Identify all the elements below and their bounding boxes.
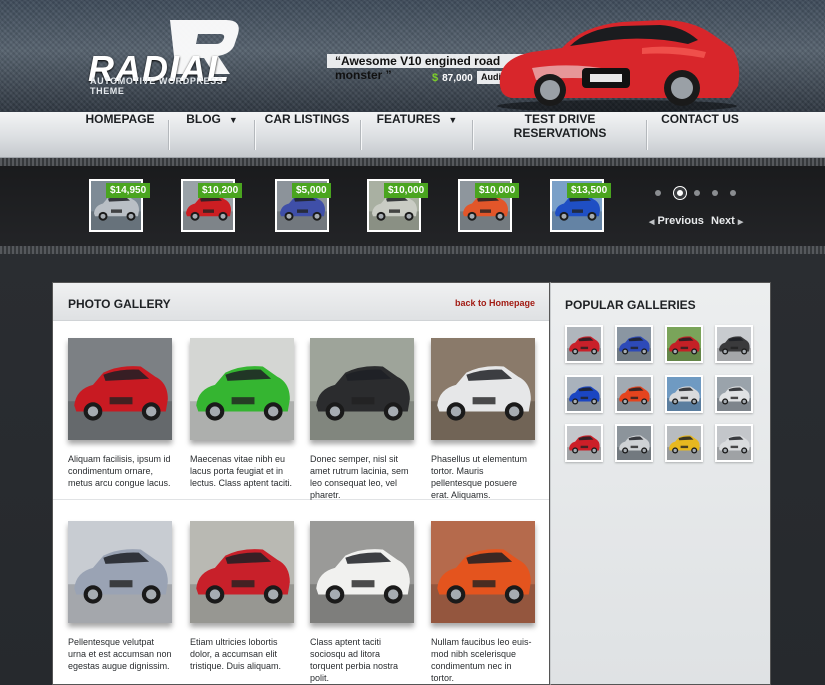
promo-price-value: 87,000 [442, 73, 473, 84]
gallery-photo[interactable] [68, 521, 172, 623]
nav-divider [254, 120, 256, 150]
caret-down-icon: ▼ [448, 115, 458, 125]
gallery-caption: Etiam ultricies lobortis dolor, a accums… [190, 637, 282, 671]
next-button[interactable]: Next ▶ [711, 215, 743, 227]
site-header: RADIAL AUTOMOTIVE WORDPRESS THEME “Aweso… [0, 0, 825, 112]
strip-border [0, 158, 825, 166]
promo-price: $87,000 [432, 72, 473, 84]
nav-divider [646, 120, 648, 150]
caret-down-icon: ▼ [228, 115, 238, 125]
popular-gallery-thumb[interactable] [715, 375, 753, 413]
nav-features[interactable]: FEATURES ▼ [366, 112, 468, 158]
thumb-price-badge: $10,000 [384, 183, 429, 198]
nav-label: HOMEPAGE [85, 112, 155, 126]
strip-border [0, 246, 825, 254]
nav-label: CONTACT US [661, 112, 739, 126]
nav-car-listings[interactable]: CAR LISTINGS [260, 112, 354, 158]
nav-divider [168, 120, 170, 150]
sidebar-title: POPULAR GALLERIES [565, 298, 696, 312]
popular-gallery-thumb[interactable] [665, 375, 703, 413]
gallery-item: Maecenas vitae nibh eu lacus porta feugi… [190, 338, 294, 489]
gallery-item: Donec semper, nisl sit amet rutrum lacin… [310, 338, 414, 501]
next-label: Next [711, 215, 735, 227]
nav-label: BLOG [186, 112, 221, 126]
popular-gallery-thumb[interactable] [615, 375, 653, 413]
popular-gallery-thumb[interactable] [565, 424, 603, 462]
gallery-item: Nullam faucibus leo euis-mod nibh sceler… [431, 521, 535, 684]
gallery-photo[interactable] [190, 521, 294, 623]
gallery-photo[interactable] [190, 338, 294, 440]
gallery-item: Aliquam facilisis, ipsum id condimentum … [68, 338, 172, 489]
thumb-price-badge: $5,000 [292, 183, 331, 198]
popular-galleries-sidebar: POPULAR GALLERIES [550, 282, 771, 685]
slider-dot[interactable] [730, 190, 736, 196]
nav-divider [472, 120, 474, 150]
previous-label: Previous [657, 215, 704, 227]
nav-label: FEATURES [376, 112, 441, 126]
logo-tagline: AUTOMOTIVE WORDPRESS THEME [90, 76, 224, 96]
thumb-price-badge: $10,000 [475, 183, 520, 198]
gallery-caption: Nullam faucibus leo euis-mod nibh sceler… [431, 637, 532, 683]
main-nav: HOMEPAGE BLOG ▼ CAR LISTINGS FEATURES ▼ TE… [0, 112, 825, 158]
gallery-caption: Pellentesque velutpat urna et est accums… [68, 637, 172, 671]
nav-label: CAR LISTINGS [264, 112, 350, 126]
gallery-item: Pellentesque velutpat urna et est accums… [68, 521, 172, 672]
thumb-price-badge: $13,500 [567, 183, 612, 198]
slider-dot[interactable] [674, 187, 686, 199]
arrow-right-icon: ▶ [737, 219, 744, 226]
popular-gallery-thumb[interactable] [665, 424, 703, 462]
gallery-caption: Maecenas vitae nibh eu lacus porta feugi… [190, 454, 293, 488]
slider-dot[interactable] [655, 190, 661, 196]
site-logo[interactable]: RADIAL AUTOMOTIVE WORDPRESS THEME [88, 20, 258, 96]
gallery-photo[interactable] [431, 338, 535, 440]
panel-header: PHOTO GALLERY back to Homepage [53, 283, 549, 321]
nav-label: TEST DRIVE RESERVATIONS [513, 112, 607, 140]
gallery-caption: Class aptent taciti sociosqu ad litora t… [310, 637, 399, 683]
gallery-item: Class aptent taciti sociosqu ad litora t… [310, 521, 414, 684]
slider-dot[interactable] [712, 190, 718, 196]
gallery-caption: Aliquam facilisis, ipsum id condimentum … [68, 454, 171, 488]
gallery-photo[interactable] [431, 521, 535, 623]
popular-gallery-thumb[interactable] [615, 424, 653, 462]
back-to-homepage-link[interactable]: back to Homepage [455, 298, 535, 308]
dollar-icon: $ [432, 72, 439, 84]
nav-divider [360, 120, 362, 150]
nav-blog[interactable]: BLOG ▼ [174, 112, 250, 158]
gallery-photo[interactable] [310, 338, 414, 440]
thumb-price-badge: $14,950 [106, 183, 151, 198]
nav-test-drive-reservations[interactable]: TEST DRIVE RESERVATIONS [478, 112, 642, 158]
gallery-caption: Phasellus ut elementum tortor. Mauris pe… [431, 454, 528, 500]
thumb-price-badge: $10,200 [198, 183, 243, 198]
gallery-photo[interactable] [310, 521, 414, 623]
popular-gallery-thumb[interactable] [715, 424, 753, 462]
popular-gallery-thumb[interactable] [565, 325, 603, 363]
slider-dot[interactable] [694, 190, 700, 196]
nav-homepage[interactable]: HOMEPAGE [78, 112, 162, 158]
photo-gallery-panel: PHOTO GALLERY back to Homepage Aliquam f… [52, 282, 550, 685]
gallery-item: Phasellus ut elementum tortor. Mauris pe… [431, 338, 535, 501]
popular-gallery-thumb[interactable] [565, 375, 603, 413]
hero-car-image[interactable] [492, 8, 742, 112]
gallery-photo[interactable] [68, 338, 172, 440]
gallery-caption: Donec semper, nisl sit amet rutrum lacin… [310, 454, 409, 500]
previous-button[interactable]: ◀ Previous [649, 215, 704, 227]
gallery-item: Etiam ultricies lobortis dolor, a accums… [190, 521, 294, 672]
popular-gallery-thumb[interactable] [665, 325, 703, 363]
popular-gallery-thumb[interactable] [715, 325, 753, 363]
arrow-left-icon: ◀ [649, 219, 655, 226]
panel-title: PHOTO GALLERY [68, 297, 171, 311]
popular-gallery-thumb[interactable] [615, 325, 653, 363]
nav-contact-us[interactable]: CONTACT US [652, 112, 748, 158]
